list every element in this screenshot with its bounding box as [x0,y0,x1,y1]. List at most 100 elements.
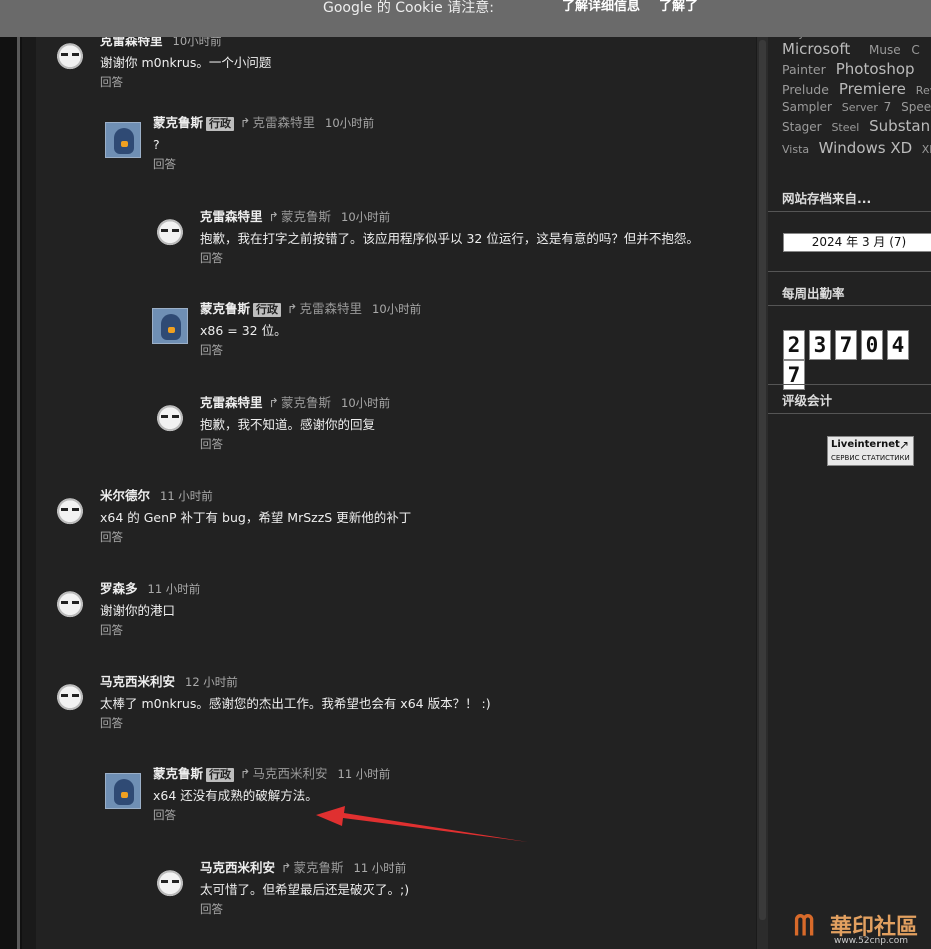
reply-to-author[interactable]: 克雷森特里 [300,301,363,316]
watermark-url: www.52cnp.com [834,936,909,946]
archive-select[interactable]: 2024 年 3 月 (7) [783,233,931,252]
reply-link[interactable]: 回答 [200,342,421,358]
cookie-ok-button[interactable]: 了解了 [659,0,698,14]
comment-time[interactable]: 11 小时前 [338,767,391,781]
beak [121,792,128,798]
avatar[interactable] [152,867,188,903]
divider [768,211,931,212]
comment-author[interactable]: 克雷森特里 [200,209,263,224]
avatar[interactable] [105,773,141,809]
comment-time[interactable]: 11 小时前 [148,582,201,596]
liveinternet-label: Liveinternet [831,439,900,450]
tag-link[interactable]: Microsoft [782,40,850,58]
avatar[interactable] [52,495,88,531]
tag-link[interactable]: Steel [831,121,859,134]
reply-arrow-icon: ↱ [268,395,279,410]
scrollbar-thumb[interactable] [759,40,766,920]
comment-time[interactable]: 10小时前 [341,396,390,410]
comment-text: 谢谢你的港口 [100,603,176,618]
mask-icon [161,880,179,883]
comment-text: 谢谢你 m0nkrus。一个小问题 [100,55,272,70]
reply-to-author[interactable]: 马克西米利安 [253,766,328,781]
tag-link[interactable]: Muse [869,43,901,57]
comment-author[interactable]: 克雷森特里 [200,395,263,410]
comment-author[interactable]: 蒙克鲁斯 [153,115,203,130]
mask-icon [161,415,179,418]
comments-scrollbar[interactable] [757,0,768,949]
reply-to-author[interactable]: 蒙克鲁斯 [294,860,344,875]
comment-time[interactable]: 10小时前 [372,302,421,316]
tag-link[interactable]: SpeedG [901,100,931,114]
comment-author[interactable]: 蒙克鲁斯 [200,301,250,316]
tag-link[interactable]: 7 [884,100,892,114]
avatar[interactable] [152,216,188,252]
comment-time[interactable]: 12 小时前 [185,675,238,689]
reply-link[interactable]: 回答 [100,622,200,638]
reply-link[interactable]: 回答 [100,74,271,90]
comment-author[interactable]: 马克西米利安 [200,860,275,875]
reply-link[interactable]: 回答 [200,250,699,266]
comment-time[interactable]: 10小时前 [325,116,374,130]
reply-arrow-icon: ↱ [268,209,279,224]
avatar[interactable] [52,588,88,624]
comment-author[interactable]: 马克西米利安 [100,674,175,689]
comment-author[interactable]: 米尔德尔 [100,488,150,503]
comment-text: x86 = 32 位。 [200,323,287,338]
comment-text: ? [153,137,160,152]
visit-counter: 2 3 7 0 47 [783,330,931,390]
beak [168,327,175,333]
tag-link[interactable]: Windows XD [819,139,913,157]
mask-icon [61,508,79,511]
arrow-icon: ↗ [898,438,909,452]
divider [768,413,931,414]
reply-link[interactable]: 回答 [100,715,491,731]
counter-digit: 7 [835,330,857,360]
tag-link[interactable]: Premiere [839,80,906,98]
reply-link[interactable]: 回答 [153,156,374,172]
avatar[interactable] [152,308,188,344]
comment-author[interactable]: 蒙克鲁斯 [153,766,203,781]
reply-to: ↱ 克雷森特里 [240,115,315,130]
tag-link[interactable]: Vista [782,143,809,156]
tag-link[interactable]: C [911,43,919,57]
left-border-line [17,0,20,949]
admin-badge: 行政 [253,303,282,317]
tag-link[interactable]: Stager [782,120,822,134]
counter-digit: 7 [783,360,805,390]
reply-to-author[interactable]: 克雷森特里 [253,115,316,130]
reply-to: ↱ 蒙克鲁斯 [281,860,344,875]
tag-link[interactable]: Painter [782,62,826,77]
reply-arrow-icon: ↱ [240,115,251,130]
reply-link[interactable]: 回答 [200,436,390,452]
tag-cloud: Maya Mechanical Microsoft Muse C Painter… [782,30,931,159]
avatar[interactable] [52,40,88,76]
reply-to-author[interactable]: 蒙克鲁斯 [281,209,331,224]
reply-link[interactable]: 回答 [100,529,411,545]
comments-panel [36,0,756,949]
tag-link[interactable]: Server [842,101,878,114]
reply-to-author[interactable]: 蒙克鲁斯 [281,395,331,410]
learn-more-link[interactable]: 了解详细信息 [562,0,640,14]
admin-badge: 行政 [206,768,235,782]
comment-author[interactable]: 罗森多 [100,581,138,596]
tag-link[interactable]: XP [922,143,931,156]
admin-badge: 行政 [206,117,235,131]
reply-link[interactable]: 回答 [153,807,390,823]
comment-time[interactable]: 11 小时前 [160,489,213,503]
counter-digit: 2 [783,330,805,360]
tag-link[interactable]: Photoshop [836,60,915,78]
comment-time[interactable]: 11 小时前 [354,861,407,875]
tag-link[interactable]: Prelude [782,82,829,97]
comment-time[interactable]: 10小时前 [341,210,390,224]
tag-link[interactable]: Revit [916,84,931,97]
liveinternet-badge[interactable]: Liveinternet ↗ СЕРВИС СТАТИСТИКИ [827,436,914,466]
tag-link[interactable]: Sampler [782,100,832,114]
avatar[interactable] [105,122,141,158]
reply-arrow-icon: ↱ [240,766,251,781]
reply-link[interactable]: 回答 [200,901,409,917]
reply-arrow-icon: ↱ [281,860,292,875]
tag-link[interactable]: Substance [869,117,931,135]
avatar[interactable] [52,681,88,717]
avatar[interactable] [152,402,188,438]
counter-digit: 3 [809,330,831,360]
